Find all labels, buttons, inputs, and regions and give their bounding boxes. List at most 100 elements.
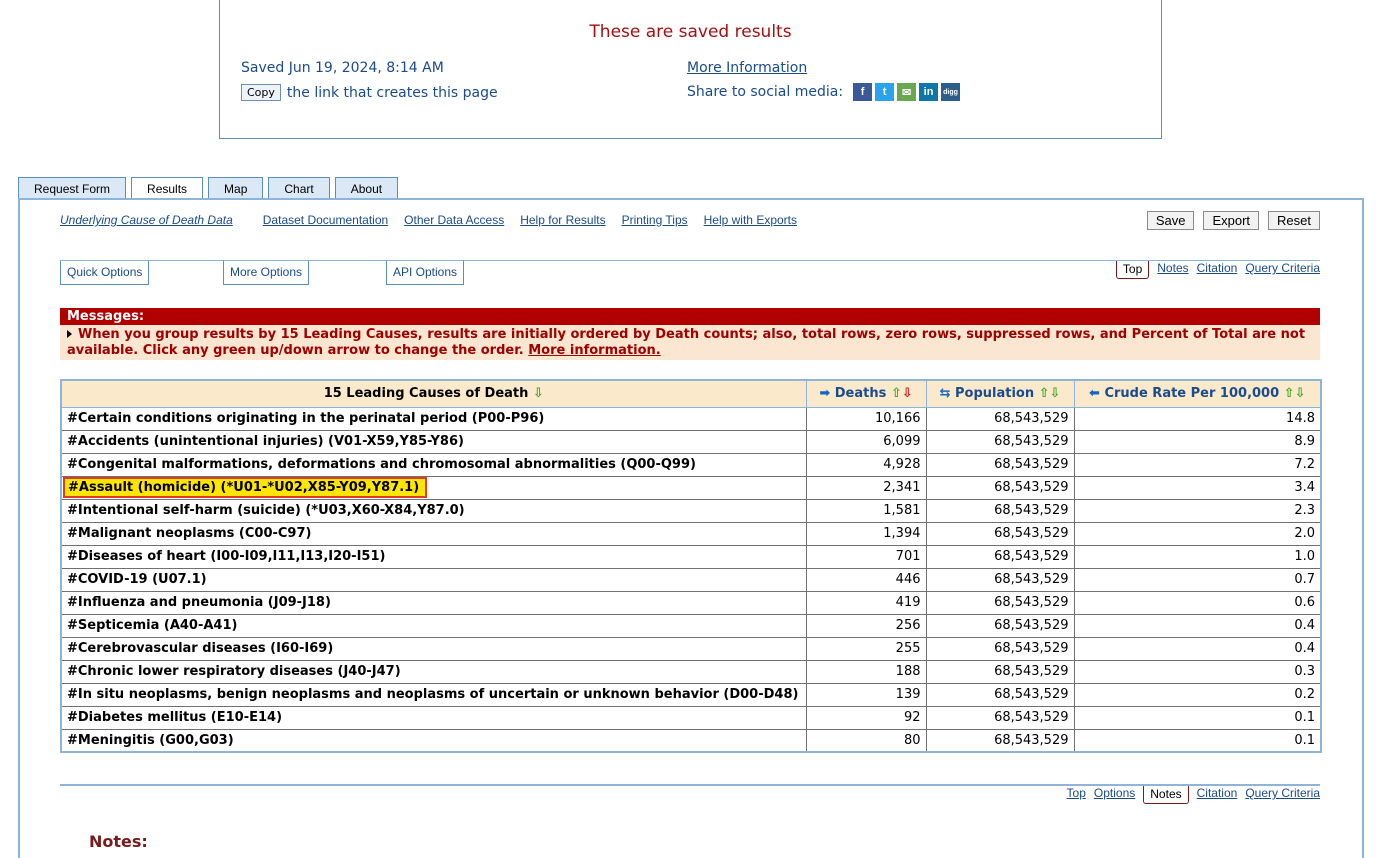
nav-notes-link[interactable]: Notes	[1157, 261, 1188, 275]
api-options-tab[interactable]: API Options	[386, 261, 465, 285]
table-body: #Certain conditions originating in the p…	[60, 406, 1322, 753]
cell-population: 68,543,529	[925, 659, 1075, 684]
cell-crude-rate: 0.4	[1073, 636, 1322, 661]
nav-options-link[interactable]: Options	[1094, 786, 1135, 800]
dataset-title-link[interactable]: Underlying Cause of Death Data	[60, 213, 233, 227]
cell-crude-rate: 0.6	[1073, 590, 1322, 615]
cause-text: #Malignant neoplasms (C00-C97)	[67, 526, 312, 541]
cause-text: #Intentional self-harm (suicide) (*U03,X…	[67, 503, 465, 518]
cell-cause: #Cerebrovascular diseases (I60-I69)	[60, 636, 807, 661]
email-icon[interactable]: ✉	[897, 83, 917, 101]
swap-arrows-icon[interactable]: ⇆	[940, 386, 951, 401]
nav-citation-link[interactable]: Citation	[1197, 261, 1238, 275]
table-row: #Congenital malformations, deformations …	[60, 452, 1322, 477]
cell-crude-rate: 0.3	[1073, 659, 1322, 684]
linkedin-icon[interactable]: in	[919, 83, 939, 101]
more-options-tab[interactable]: More Options	[223, 261, 310, 285]
cell-cause: #Intentional self-harm (suicide) (*U03,X…	[60, 498, 807, 523]
quick-options-tab[interactable]: Quick Options	[60, 261, 150, 285]
table-row: #Chronic lower respiratory diseases (J40…	[60, 659, 1322, 684]
sort-up-icon[interactable]: ⇧	[891, 386, 902, 401]
cell-cause: #In situ neoplasms, benign neoplasms and…	[60, 682, 807, 707]
cell-deaths: 6,099	[805, 429, 927, 454]
export-button[interactable]: Export	[1203, 211, 1260, 230]
cause-text: #Congenital malformations, deformations …	[67, 457, 696, 472]
header-cause-label: 15 Leading Causes of Death	[323, 386, 529, 402]
cell-population: 68,543,529	[925, 728, 1075, 753]
cell-deaths: 4,928	[805, 452, 927, 477]
table-row: #Septicemia (A40-A41) 256 68,543,529 0.4	[60, 613, 1322, 638]
cell-deaths: 188	[805, 659, 927, 684]
triangle-right-icon[interactable]	[67, 330, 72, 338]
sort-up-down-icon[interactable]: ⇧⇩	[1284, 386, 1306, 401]
table-row: #Intentional self-harm (suicide) (*U03,X…	[60, 498, 1322, 523]
cell-cause: #Septicemia (A40-A41)	[60, 613, 807, 638]
arrow-left-icon[interactable]: ⬅	[1089, 386, 1100, 401]
table-row: #Assault (homicide) (*U01-*U02,X85-Y09,Y…	[60, 475, 1322, 500]
cell-crude-rate: 3.4	[1073, 475, 1322, 500]
nav-notes-current[interactable]: Notes	[1143, 786, 1189, 804]
nav-citation-link[interactable]: Citation	[1197, 786, 1238, 800]
dataset-documentation-link[interactable]: Dataset Documentation	[263, 213, 388, 227]
cell-crude-rate: 2.0	[1073, 521, 1322, 546]
facebook-icon[interactable]: f	[853, 83, 873, 101]
reset-button[interactable]: Reset	[1268, 211, 1320, 230]
table-row: #Certain conditions originating in the p…	[60, 406, 1322, 431]
cell-cause: #Diseases of heart (I00-I09,I11,I13,I20-…	[60, 544, 807, 569]
sort-down-icon[interactable]: ⇩	[533, 386, 544, 401]
cause-text: #Diabetes mellitus (E10-E14)	[67, 710, 283, 725]
cell-crude-rate: 0.7	[1073, 567, 1322, 592]
other-data-access-link[interactable]: Other Data Access	[404, 213, 504, 227]
tab-request-form[interactable]: Request Form	[18, 177, 127, 199]
header-population[interactable]: ⇆ Population ⇧⇩	[925, 379, 1075, 408]
printing-tips-link[interactable]: Printing Tips	[622, 213, 688, 227]
save-button[interactable]: Save	[1146, 211, 1195, 230]
cause-text: #Septicemia (A40-A41)	[67, 618, 238, 633]
cause-text: #Certain conditions originating in the p…	[67, 411, 545, 426]
tab-results[interactable]: Results	[131, 177, 204, 200]
tab-map[interactable]: Map	[208, 177, 264, 199]
digg-icon[interactable]: digg	[941, 83, 961, 101]
tab-about[interactable]: About	[334, 177, 399, 199]
cell-deaths: 1,581	[805, 498, 927, 523]
copy-description: the link that creates this page	[286, 84, 498, 101]
saved-date: Saved Jun 19, 2024, 8:14 AM	[241, 60, 444, 76]
cell-cause: #Malignant neoplasms (C00-C97)	[60, 521, 807, 546]
cell-population: 68,543,529	[925, 705, 1075, 730]
cause-text: #Meningitis (G00,G03)	[67, 732, 234, 748]
cell-deaths: 92	[805, 705, 927, 730]
cell-cause: #Accidents (unintentional injuries) (V01…	[60, 429, 807, 454]
cell-crude-rate: 0.1	[1073, 728, 1322, 753]
table-row: #Meningitis (G00,G03) 80 68,543,529 0.1	[60, 728, 1322, 753]
tab-chart[interactable]: Chart	[268, 177, 330, 199]
cell-cause: #Congenital malformations, deformations …	[60, 452, 807, 477]
cell-crude-rate: 2.3	[1073, 498, 1322, 523]
action-buttons: Save Export Reset	[1146, 211, 1320, 230]
saved-title: These are saved results	[589, 22, 792, 42]
cell-crude-rate: 0.4	[1073, 613, 1322, 638]
header-crude-rate[interactable]: ⬅ Crude Rate Per 100,000 ⇧⇩	[1073, 379, 1322, 408]
copy-row: Copy the link that creates this page	[241, 84, 498, 101]
help-for-results-link[interactable]: Help for Results	[520, 213, 605, 227]
cell-population: 68,543,529	[925, 498, 1075, 523]
section-nav-top: Top Notes Citation Query Criteria	[1115, 261, 1320, 279]
section-nav-bottom: Top Options Notes Citation Query Criteri…	[1067, 786, 1320, 804]
table-row: #Influenza and pneumonia (J09-J18) 419 68,…	[60, 590, 1322, 615]
twitter-icon[interactable]: t	[875, 83, 895, 101]
header-cause[interactable]: 15 Leading Causes of Death ⇩	[60, 379, 807, 408]
messages-body: When you group results by 15 Leading Cau…	[60, 325, 1320, 360]
nav-top-current[interactable]: Top	[1115, 261, 1150, 279]
sort-up-down-icon[interactable]: ⇧⇩	[1039, 386, 1061, 401]
arrow-right-icon[interactable]: ➡	[819, 386, 830, 401]
header-deaths[interactable]: ➡ Deaths ⇧⇩	[805, 379, 927, 408]
nav-query-criteria-link[interactable]: Query Criteria	[1245, 261, 1320, 275]
nav-top-link[interactable]: Top	[1067, 786, 1086, 800]
copy-button[interactable]: Copy	[241, 84, 281, 101]
header-crude-rate-label: Crude Rate Per 100,000	[1104, 386, 1280, 402]
more-information-message-link[interactable]: More information.	[528, 343, 660, 358]
more-information-link[interactable]: More Information	[687, 60, 807, 76]
help-with-exports-link[interactable]: Help with Exports	[704, 213, 797, 227]
nav-query-criteria-link[interactable]: Query Criteria	[1245, 786, 1320, 800]
sort-down-active-icon[interactable]: ⇩	[902, 386, 913, 401]
cell-cause: #Certain conditions originating in the p…	[60, 406, 807, 431]
